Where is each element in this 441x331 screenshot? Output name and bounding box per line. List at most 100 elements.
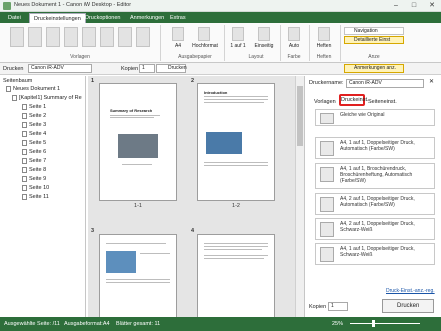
page-thumbnail-2[interactable]: Introduction — [197, 83, 275, 201]
page-icon — [22, 175, 27, 182]
page-icon — [22, 103, 27, 110]
staple-button[interactable]: Heften — [312, 43, 336, 49]
template-thumb-8[interactable] — [136, 27, 150, 47]
tree-page[interactable]: Seite 5 — [22, 139, 46, 148]
title-bar: Neues Dokument 1 - Canon iW Desktop - Ed… — [0, 0, 441, 12]
tab-druckoptionen[interactable]: Druckoptionen — [81, 13, 124, 23]
maximize-button[interactable]: □ — [405, 0, 423, 12]
tree-page[interactable]: Seite 10 — [22, 184, 49, 193]
ribbon-separator — [340, 25, 341, 61]
scrollbar-thumb[interactable] — [297, 86, 303, 146]
tab-druckeinstellungen[interactable]: Druckeinstellungen — [29, 13, 86, 23]
copies-input[interactable]: 1 — [139, 64, 155, 73]
tab-extras[interactable]: Extras — [166, 13, 190, 23]
page-icon — [22, 121, 27, 128]
tree-page[interactable]: Seite 8 — [22, 166, 46, 175]
text-line — [106, 282, 170, 283]
page-thumbnail-3[interactable] — [99, 234, 177, 317]
page-thumbnail-4[interactable] — [197, 234, 275, 317]
preset-icon — [320, 113, 334, 124]
text-line — [204, 243, 268, 244]
printer-label: Drucken — [3, 66, 24, 72]
tree-page[interactable]: Seite 7 — [22, 157, 46, 166]
preset-item[interactable]: A4, 1 auf 1, Doppelseitiger Druck, Autom… — [315, 137, 435, 159]
close-panel-icon[interactable]: ✕ — [429, 78, 434, 85]
group-label-heften: Heften — [316, 54, 332, 60]
preview-scrollbar[interactable] — [295, 76, 304, 317]
group-label-farbe: Farbe — [287, 54, 301, 60]
text-line — [106, 279, 170, 280]
preset-item[interactable]: Gleiche wie Original — [315, 109, 435, 126]
paper-size-button[interactable]: A4 — [166, 43, 190, 49]
tree-page[interactable]: Seite 9 — [22, 175, 46, 184]
preset-item[interactable]: A4, 1 auf 1, Doppelseitiger Druck, Schwa… — [315, 243, 435, 265]
selected-page-status: Ausgewählte Seite: /11 — [4, 321, 60, 327]
orientation-icon[interactable] — [198, 27, 210, 41]
ribbon: Vorlagen A4 Hochformat Ausgabepapier 1 a… — [0, 23, 441, 63]
printer-select[interactable]: Canon iR-ADV — [28, 64, 92, 73]
zoom-slider-thumb[interactable] — [372, 320, 375, 327]
text-line — [204, 165, 268, 166]
duplex-button[interactable]: Einseitig — [252, 43, 276, 49]
navigation-toggle[interactable]: Navigation — [344, 27, 404, 35]
page-thumbnail-1[interactable]: Summary of Research — [99, 83, 177, 201]
tree-page[interactable]: Seite 4 — [22, 130, 46, 139]
print-button[interactable]: Drucken — [156, 64, 187, 73]
zoom-slider[interactable] — [350, 323, 420, 324]
template-thumb-7[interactable] — [118, 27, 132, 47]
template-thumb-5[interactable] — [82, 27, 96, 47]
preset-item[interactable]: A4, 2 auf 1, Doppelseitiger Druck, Autom… — [315, 193, 435, 215]
tree-page[interactable]: Seite 6 — [22, 148, 46, 157]
preset-item[interactable]: A4, 2 auf 1, Doppelseitiger Druck, Schwa… — [315, 218, 435, 240]
page-tree-header: Seitenbaum — [3, 78, 33, 84]
staple-icon[interactable] — [318, 27, 330, 41]
tab-seiteneinst[interactable]: Seiteneinst. — [368, 99, 397, 105]
tree-page[interactable]: Seite 3 — [22, 121, 46, 130]
orientation-button[interactable]: Hochformat — [188, 43, 222, 49]
close-button[interactable]: ✕ — [423, 0, 441, 12]
preset-icon — [320, 197, 334, 212]
tab-vorlagen[interactable]: Vorlagen — [314, 99, 336, 105]
template-thumb-1[interactable] — [10, 27, 24, 47]
detail-settings-toggle[interactable]: Detaillierte Einst — [344, 36, 404, 44]
page-number: 2 — [191, 78, 195, 84]
printer-name-select[interactable]: Canon iR-ADV — [346, 79, 424, 88]
tree-page[interactable]: Seite 1 — [22, 103, 46, 112]
page-number: 3 — [91, 228, 95, 234]
duplex-icon[interactable] — [258, 27, 270, 41]
ribbon-separator — [160, 25, 161, 61]
preset-item[interactable]: A4, 1 auf 1, Broschürendruck, Broschüren… — [315, 163, 435, 189]
pages-per-sheet-button[interactable]: 1 auf 1 — [226, 43, 250, 49]
tab-anmerkungen[interactable]: Anmerkungen — [126, 13, 168, 23]
text-line — [122, 164, 152, 165]
text-line — [140, 253, 170, 254]
page-image — [206, 132, 242, 154]
paper-size-icon[interactable] — [172, 27, 184, 41]
text-line — [204, 258, 264, 259]
pages-per-sheet-icon[interactable] — [232, 27, 244, 41]
print-settings-register-link[interactable]: Druck-Einst.-anz.-reg. — [386, 288, 435, 294]
template-thumb-6[interactable] — [100, 27, 114, 47]
copies-input[interactable]: 1 — [328, 302, 348, 311]
template-thumb-3[interactable] — [46, 27, 60, 47]
tree-root[interactable]: Neues Dokument 1 — [6, 85, 60, 94]
group-label-vorlagen: Vorlagen — [70, 54, 90, 60]
template-thumb-4[interactable] — [64, 27, 78, 47]
minimize-button[interactable]: – — [387, 0, 405, 12]
template-thumb-2[interactable] — [28, 27, 42, 47]
preset-icon — [320, 141, 334, 156]
tab-druckeinst[interactable]: Druckeinst. — [339, 94, 369, 106]
zoom-level: 25% — [332, 321, 344, 327]
show-annotations-button[interactable]: Anmerkungen anz. — [344, 64, 404, 73]
tree-page[interactable]: Seite 11 — [22, 193, 49, 202]
color-mode-button[interactable]: Auto — [282, 43, 306, 49]
page-preview-area[interactable]: 1 Summary of Research 1-1 2 Introduction… — [88, 76, 305, 317]
group-label-layout: Layout — [248, 54, 264, 60]
color-mode-icon[interactable] — [288, 27, 300, 41]
page-icon — [22, 112, 27, 119]
tree-chapter[interactable]: [Kapitel1] Summary of Re — [12, 94, 82, 103]
print-button[interactable]: Drucken — [382, 299, 434, 313]
tab-datei[interactable]: Datei — [4, 13, 25, 23]
tree-page[interactable]: Seite 2 — [22, 112, 46, 121]
page-icon — [22, 130, 27, 137]
